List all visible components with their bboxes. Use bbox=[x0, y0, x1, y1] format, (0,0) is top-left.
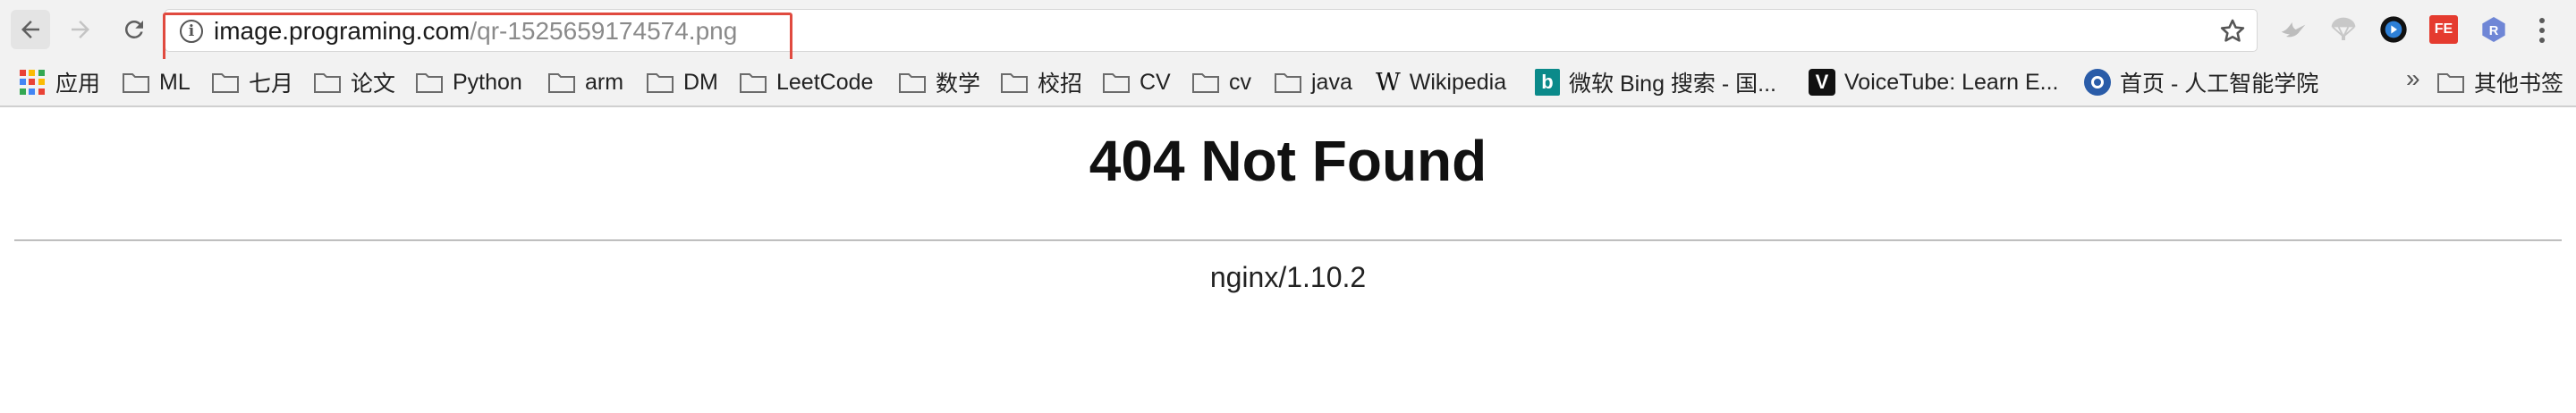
folder-icon bbox=[1102, 70, 1131, 95]
bookmark-folder-xiaozhao[interactable]: 校招 bbox=[1000, 65, 1082, 99]
bookmark-label: arm bbox=[585, 69, 624, 95]
bookmark-apps[interactable]: 应用 bbox=[20, 65, 100, 99]
bookmark-label: VoiceTube: Learn E... bbox=[1844, 69, 2059, 95]
bookmark-label: 论文 bbox=[351, 72, 396, 97]
bookmark-folder-dm[interactable]: DM bbox=[646, 65, 718, 99]
folder-icon bbox=[898, 70, 927, 95]
bookmark-folder-qiyue[interactable]: 七月 bbox=[211, 65, 293, 99]
bookmark-folder-shuxue[interactable]: 数学 bbox=[898, 65, 980, 99]
bookmark-bing[interactable]: b 微软 Bing 搜索 - 国... bbox=[1535, 65, 1776, 99]
folder-icon bbox=[1000, 70, 1029, 95]
bookmark-label: java bbox=[1311, 69, 1352, 95]
url-text[interactable]: image.programing.com/qr-1525659174574.pn… bbox=[214, 17, 737, 46]
parachute-icon[interactable] bbox=[2329, 15, 2358, 44]
folder-icon bbox=[1191, 70, 1220, 95]
bookmark-folder-leetcode[interactable]: LeetCode bbox=[739, 65, 873, 99]
bookmark-folder-cv-lower[interactable]: cv bbox=[1191, 65, 1251, 99]
kebab-menu-icon[interactable] bbox=[2531, 14, 2553, 46]
back-button[interactable] bbox=[11, 10, 50, 49]
folder-icon bbox=[547, 70, 576, 95]
folder-icon bbox=[646, 70, 674, 95]
folder-icon bbox=[211, 70, 240, 95]
media-play-icon[interactable] bbox=[2379, 15, 2408, 44]
bookmark-folder-arm[interactable]: arm bbox=[547, 65, 623, 99]
bookmark-label: 校招 bbox=[1038, 72, 1083, 97]
bookmarks-overflow-chevron-icon[interactable]: » bbox=[2406, 64, 2420, 93]
info-icon[interactable]: i bbox=[180, 20, 203, 43]
bookmark-label: cv bbox=[1229, 69, 1251, 95]
bookmark-label: 首页 - 人工智能学院 bbox=[2120, 72, 2319, 97]
bookmark-label: DM bbox=[683, 69, 718, 95]
fe-extension-icon[interactable]: FE bbox=[2429, 15, 2458, 44]
folder-icon bbox=[415, 70, 444, 95]
horizontal-rule bbox=[14, 240, 2562, 241]
apps-grid-icon bbox=[20, 70, 45, 95]
r-extension-label: R bbox=[2489, 24, 2499, 38]
forward-arrow-icon bbox=[72, 21, 89, 38]
bookmark-label: LeetCode bbox=[776, 69, 874, 95]
error-title: 404 Not Found bbox=[1089, 129, 1487, 193]
bing-icon: b bbox=[1535, 69, 1560, 96]
bookmark-label: Python bbox=[453, 69, 522, 95]
bookmark-folder-python[interactable]: Python bbox=[415, 65, 522, 99]
url-host: image.programing.com bbox=[214, 17, 470, 45]
bookmark-folder-java[interactable]: java bbox=[1274, 65, 1352, 99]
bookmark-label: CV bbox=[1140, 69, 1171, 95]
folder-icon bbox=[2436, 70, 2465, 95]
bookmark-other-folder[interactable]: 其他书签 bbox=[2436, 65, 2563, 99]
bookmark-voicetube[interactable]: V VoiceTube: Learn E... bbox=[1809, 65, 2059, 99]
wikipedia-icon: W bbox=[1376, 68, 1401, 97]
server-signature: nginx/1.10.2 bbox=[1209, 261, 1367, 293]
folder-icon bbox=[313, 70, 342, 95]
forward-button[interactable] bbox=[61, 10, 100, 49]
address-bar[interactable]: i image.programing.com/qr-1525659174574.… bbox=[165, 9, 2258, 52]
bookmark-wikipedia[interactable]: W Wikipedia bbox=[1376, 65, 1506, 99]
folder-icon bbox=[1274, 70, 1302, 95]
url-path: /qr-1525659174574.png bbox=[470, 17, 738, 45]
bookmark-folder-cv-upper[interactable]: CV bbox=[1102, 65, 1171, 99]
bookmark-label: 应用 bbox=[55, 72, 101, 97]
reload-icon bbox=[125, 20, 143, 38]
bird-icon[interactable] bbox=[2279, 15, 2308, 44]
bookmark-label: Wikipedia bbox=[1409, 69, 1507, 95]
bookmark-label: 数学 bbox=[936, 72, 981, 97]
voicetube-icon: V bbox=[1809, 69, 1835, 96]
fe-extension-label: FE bbox=[2434, 21, 2453, 37]
folder-icon bbox=[739, 70, 767, 95]
bookmark-label: 其他书签 bbox=[2474, 72, 2564, 97]
bookmark-label: 七月 bbox=[249, 72, 294, 97]
bookmarks-bar: 应用 ML 七月 论文 Python arm DM LeetCode 数学 校招… bbox=[0, 59, 2576, 107]
bookmark-ai-home[interactable]: 首页 - 人工智能学院 bbox=[2084, 65, 2318, 99]
folder-icon bbox=[122, 70, 150, 95]
browser-toolbar: i image.programing.com/qr-1525659174574.… bbox=[0, 0, 2576, 66]
bookmark-label: 微软 Bing 搜索 - 国... bbox=[1569, 72, 1776, 97]
bookmark-star-icon[interactable] bbox=[2217, 16, 2248, 46]
reload-button[interactable] bbox=[114, 10, 154, 49]
bookmark-label: ML bbox=[159, 69, 191, 95]
back-arrow-icon bbox=[21, 21, 39, 38]
r-extension-icon[interactable]: R bbox=[2479, 15, 2508, 44]
bookmark-folder-ml[interactable]: ML bbox=[122, 65, 191, 99]
bookmark-folder-lunwen[interactable]: 论文 bbox=[313, 65, 395, 99]
ai-school-icon bbox=[2084, 69, 2111, 96]
